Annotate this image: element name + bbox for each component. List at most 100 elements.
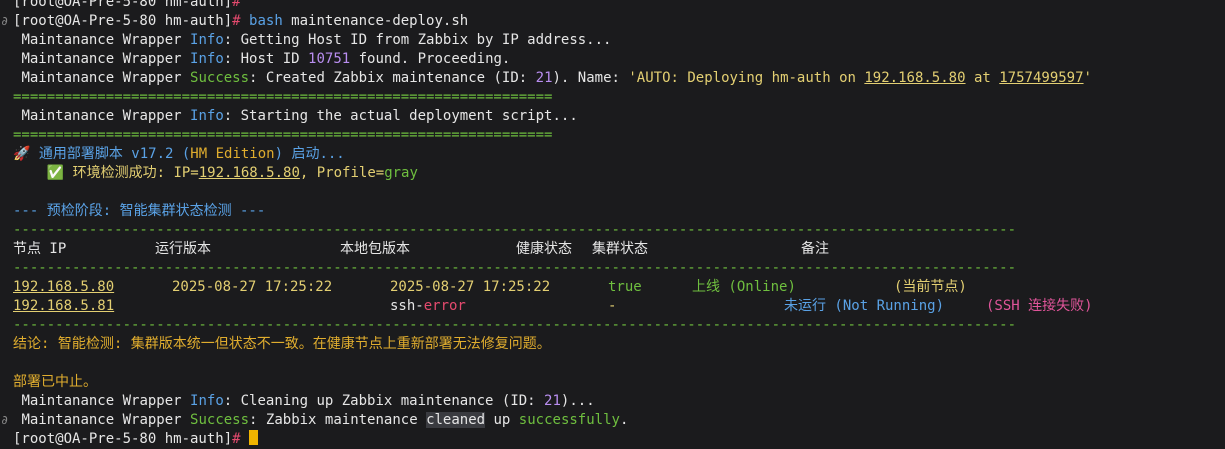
- header-cell: 集群状态: [592, 241, 648, 257]
- terminal-output[interactable]: [root@OA-Pre-5-80 hm-auth]# ∂ [root@OA-Pr…: [0, 0, 1225, 449]
- prompt: [root@OA-Pre-5-80 hm-auth]: [13, 431, 233, 447]
- log-message: ). Name:: [552, 70, 629, 86]
- terminal-line: [root@OA-Pre-5-80 hm-auth]#: [0, 0, 1225, 12]
- log-prefix: Maintanance Wrapper: [21, 70, 182, 86]
- log-prefix: Maintanance Wrapper: [21, 108, 182, 124]
- log-level-success: Success: [190, 412, 250, 428]
- timestamp-link[interactable]: 1757499597: [999, 70, 1083, 86]
- log-prefix: Maintanance Wrapper: [21, 32, 182, 48]
- prompt: [root@OA-Pre-5-80 hm-auth]: [13, 13, 233, 29]
- header-cell: 节点 IP: [13, 241, 67, 257]
- banner-edition: HM Edition: [190, 146, 275, 162]
- log-line: Maintanance Wrapper Info: Host ID 10751 …: [0, 50, 1225, 69]
- command-line: ∂ [root@OA-Pre-5-80 hm-auth]# bash mainte…: [0, 12, 1225, 31]
- table-row: 192.168.5.81 ssh-error - 未运行 (Not Running)(…: [0, 297, 1225, 316]
- gutter-mark: ∂: [1, 14, 9, 28]
- check-icon: ✅: [46, 165, 65, 181]
- log-line: Maintanance Wrapper Success: Created Zab…: [0, 69, 1225, 88]
- header-cell: 运行版本: [155, 241, 211, 257]
- running-version: 2025-08-27 17:25:22: [172, 279, 333, 295]
- log-message: .: [619, 412, 629, 428]
- log-level-info: Info: [190, 108, 224, 124]
- log-message: found. Proceeding.: [350, 51, 511, 67]
- log-message: : Cleaning up Zabbix maintenance (: [223, 393, 511, 409]
- maintenance-id: 21: [544, 393, 561, 409]
- local-version: 2025-08-27 17:25:22: [390, 279, 551, 295]
- node-ip-link[interactable]: 192.168.5.80: [13, 278, 172, 297]
- env-text: 环境检测成功: IP=: [64, 165, 199, 181]
- prompt-hash: #: [232, 13, 241, 29]
- dash-separator: ----------------------------------------…: [13, 222, 1017, 238]
- command-bash: bash: [249, 13, 283, 29]
- log-message: up: [485, 412, 519, 428]
- maintenance-name: ': [1083, 70, 1092, 86]
- log-level-info: Info: [190, 32, 224, 48]
- banner-line: 🚀 通用部署脚本 v17.2 (HM Edition) 启动...: [0, 145, 1225, 164]
- log-message: : Host ID: [223, 51, 309, 67]
- cluster-status-text: Not Running: [842, 298, 936, 314]
- ip-link[interactable]: 192.168.5.80: [864, 70, 965, 86]
- cluster-status-text: ): [787, 279, 796, 295]
- node-ip-link[interactable]: 192.168.5.81: [13, 297, 172, 316]
- gutter-mark: ∂: [1, 413, 9, 427]
- aborted-message: 部署已中止。: [13, 374, 97, 390]
- separator: ========================================…: [13, 89, 553, 105]
- local-version: ssh-error: [390, 297, 608, 316]
- maintenance-name: 'AUTO: Deploying hm-auth on: [628, 70, 865, 86]
- cluster-status-text: ): [935, 298, 945, 314]
- prompt-hash: #: [232, 0, 241, 10]
- log-message: )...: [560, 393, 595, 409]
- table-header: 节点 IP 运行版本 本地包版本 健康状态 集群状态 备注: [0, 240, 1225, 259]
- cluster-status-text: 未运行 (: [784, 298, 843, 314]
- cluster-status-text: Online: [736, 279, 788, 295]
- prompt: [root@OA-Pre-5-80 hm-auth]: [13, 0, 233, 10]
- log-prefix: Maintanance Wrapper: [21, 393, 182, 409]
- separator: ========================================…: [13, 127, 553, 143]
- success-word: successfully: [518, 412, 620, 428]
- banner-text: ) 启动...: [274, 146, 345, 162]
- table-row: 192.168.5.80 2025-08-27 17:25:22 2025-08-2…: [0, 278, 1225, 297]
- header-cell: 备注: [801, 241, 829, 257]
- env-line: ✅ 环境检测成功: IP=192.168.5.80, Profile=gray: [0, 164, 1225, 183]
- id-label: ID:: [501, 70, 536, 86]
- cluster-status-text: 上线 (: [692, 279, 737, 295]
- maintenance-name: at: [965, 70, 1000, 86]
- ip-link[interactable]: 192.168.5.80: [199, 165, 300, 181]
- header-cell: 健康状态: [516, 241, 572, 257]
- header-cell: 本地包版本: [340, 241, 410, 257]
- cursor: [249, 430, 259, 445]
- banner-text: 通用部署脚本 v17.2 (: [30, 146, 191, 162]
- cluster-status: 未运行 (Not Running): [784, 297, 986, 316]
- log-message: : Starting the actual deployment script.…: [223, 108, 578, 124]
- dash-separator: ----------------------------------------…: [13, 317, 1017, 333]
- log-prefix: Maintanance Wrapper: [21, 412, 182, 428]
- env-profile: gray: [384, 165, 418, 181]
- local-version-text: ssh-: [390, 298, 424, 314]
- command-args: maintenance-deploy.sh: [282, 13, 469, 29]
- log-message: : Created Zabbix maintenance (: [249, 70, 502, 86]
- log-message: : Getting Host ID from Zabbix by IP addr…: [223, 32, 612, 48]
- highlighted-word: cleaned: [426, 412, 486, 428]
- host-id: 10751: [308, 51, 351, 67]
- health-status: -: [608, 298, 617, 314]
- note: (SSH 连接失败): [986, 298, 1093, 314]
- prompt-line[interactable]: [root@OA-Pre-5-80 hm-auth]#: [0, 430, 1225, 449]
- env-text: , Profile=: [299, 165, 385, 181]
- log-level-success: Success: [190, 70, 250, 86]
- conclusion: 结论: 智能检测: 集群版本统一但状态不一致。在健康节点上重新部署无法修复问题。: [13, 336, 551, 352]
- log-level-info: Info: [190, 393, 224, 409]
- cluster-status: 上线 (Online): [692, 278, 894, 297]
- health-status: true: [608, 279, 642, 295]
- prompt-hash: #: [232, 431, 241, 447]
- log-prefix: Maintanance Wrapper: [21, 51, 182, 67]
- log-line: Maintanance Wrapper Info: Cleaning up Za…: [0, 392, 1225, 411]
- note: (当前节点): [894, 279, 967, 295]
- rocket-icon: 🚀: [13, 146, 31, 162]
- local-version-error: error: [423, 298, 466, 314]
- log-line: Maintanance Wrapper Info: Getting Host I…: [0, 31, 1225, 50]
- maintenance-id: 21: [535, 70, 553, 86]
- id-label: ID:: [510, 393, 545, 409]
- log-line: Maintanance Wrapper Info: Starting the a…: [0, 107, 1225, 126]
